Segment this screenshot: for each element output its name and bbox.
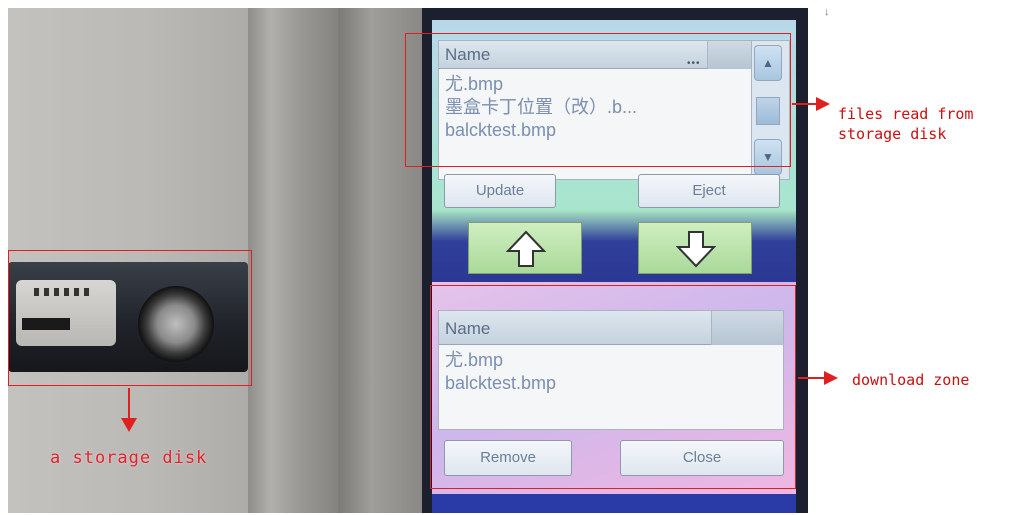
disk-pointer-arrowhead <box>121 418 137 432</box>
files-pointer-line <box>792 103 818 105</box>
download-zone-highlight-box <box>430 285 796 489</box>
update-button[interactable]: Update <box>444 174 556 208</box>
annotated-photo: Name ••• 尤.bmp 墨盒卡丁位置（改）.b... balcktest.… <box>0 0 1015 515</box>
eject-button[interactable]: Eject <box>638 174 780 208</box>
storage-disk-highlight-box <box>8 250 252 386</box>
download-pointer-line <box>798 377 826 379</box>
move-down-button[interactable] <box>638 222 752 274</box>
move-up-button[interactable] <box>468 222 582 274</box>
arrow-down-icon <box>676 231 716 268</box>
download-pointer-arrowhead <box>824 371 838 385</box>
stray-mark: ↓ <box>824 6 830 18</box>
metal-frame-left <box>248 8 338 513</box>
files-highlight-box <box>405 33 791 167</box>
arrow-up-icon <box>506 230 546 267</box>
disk-annotation-label: a storage disk <box>50 448 208 468</box>
disk-pointer-line <box>128 388 130 420</box>
download-annotation-label: download zone <box>852 371 970 389</box>
files-pointer-arrowhead <box>816 97 830 111</box>
files-annotation-label: files read from storage disk <box>838 105 974 143</box>
screen-footer <box>432 494 796 513</box>
